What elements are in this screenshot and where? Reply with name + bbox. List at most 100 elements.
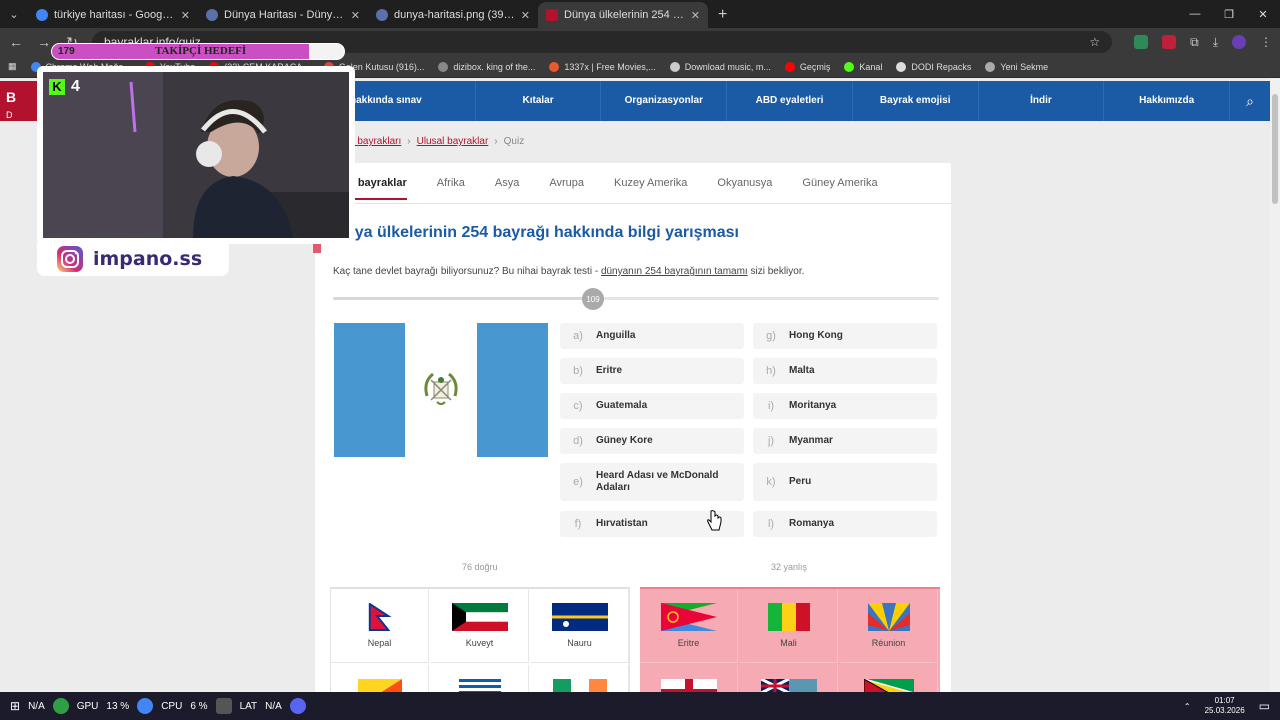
mali-flag-icon <box>767 603 810 631</box>
scrollbar-thumb[interactable] <box>1272 94 1278 204</box>
forward-icon[interactable]: → <box>36 34 52 50</box>
progress-fill <box>333 297 594 300</box>
site-favicon-icon <box>376 9 388 21</box>
nav-flag-emoji[interactable]: Bayrak emojisi <box>853 81 979 121</box>
result-cell: Réunion <box>840 589 938 663</box>
bhutan-flag-icon <box>357 679 402 692</box>
close-window-icon[interactable]: ✕ <box>1246 0 1280 28</box>
browser-tab-4[interactable]: Dünya ülkelerinin 254 bayrağı h ✕ <box>538 2 708 28</box>
browser-tab-1[interactable]: türkiye haritası - Google'da Ara ✕ <box>28 2 198 28</box>
search-icon[interactable]: ⌕ <box>1230 93 1270 110</box>
answer-option[interactable]: k) Peru <box>753 463 937 501</box>
tab-title: Dünya ülkelerinin 254 bayrağı h <box>564 9 685 21</box>
nav-about[interactable]: Hakkımızda <box>1104 81 1231 121</box>
restore-icon[interactable]: ❐ <box>1212 0 1246 28</box>
result-cell <box>431 665 529 692</box>
quiz-description: Kaç tane devlet bayrağı biliyorsunuz? Bu… <box>333 266 805 277</box>
app-icon[interactable] <box>215 698 232 714</box>
instagram-icon <box>57 246 83 272</box>
guatemala-emblem-icon <box>424 372 458 405</box>
nav-organizations[interactable]: Organizasyonlar <box>601 81 728 121</box>
eritrea-flag-icon <box>660 603 717 631</box>
bookmark-item[interactable]: DODI Repacks <box>896 61 971 72</box>
region-tabs: m bayraklar Afrika Asya Avrupa Kuzey Ame… <box>345 177 878 200</box>
question-flag <box>334 323 548 457</box>
bookmark-item[interactable]: dizibox. king of the... <box>438 61 535 72</box>
minimize-icon[interactable]: — <box>1178 0 1212 28</box>
clock[interactable]: 01:07 25.03.2026 <box>1205 696 1245 715</box>
extension-icon[interactable] <box>1134 35 1149 49</box>
nav-continents[interactable]: Kıtalar <box>476 81 602 121</box>
discord-icon[interactable] <box>289 698 306 714</box>
tab-north-america[interactable]: Kuzey Amerika <box>614 177 687 200</box>
bookmark-item[interactable]: Yeni Sekme <box>985 61 1048 72</box>
bookmark-star-icon[interactable]: ☆ <box>1089 35 1100 49</box>
bookmark-item[interactable]: Kanal <box>844 61 882 72</box>
bookmark-item[interactable]: 1337x | Free Movies,... <box>549 61 656 72</box>
result-cell <box>640 665 738 692</box>
tray-chevron-icon[interactable]: ⌃ <box>1184 702 1191 711</box>
new-tab-button[interactable]: + <box>708 2 737 28</box>
tab-close-icon[interactable]: ✕ <box>691 9 700 22</box>
taskbar: ⊞ N/A GPU 13 % CPU 6 % LAT N/A ⌃ 01:07 2… <box>0 692 1280 720</box>
nav-us-states[interactable]: ABD eyaletleri <box>727 81 853 121</box>
extensions-puzzle-icon[interactable]: ⧉ <box>1190 35 1199 50</box>
webcam-video: K 4 <box>43 72 349 238</box>
nav-quiz[interactable]: hakkında sınav <box>340 81 476 121</box>
result-cell: Mali <box>740 589 838 663</box>
notification-icon[interactable]: ▭ <box>1259 699 1270 713</box>
nepal-flag-icon <box>368 603 392 631</box>
chrome-icon[interactable] <box>137 698 154 714</box>
extension-icon[interactable] <box>1162 35 1177 49</box>
tab-close-icon[interactable]: ✕ <box>521 9 530 22</box>
browser-tab-2[interactable]: Dünya Haritası - Dünya Siyasi H ✕ <box>198 2 368 28</box>
breadcrumb: ya bayrakları › Ulusal bayraklar › Quiz <box>344 136 525 147</box>
northern-ireland-flag-icon <box>660 679 717 692</box>
all-flags-link[interactable]: dünyanın 254 bayrağının tamamı <box>601 266 748 277</box>
nav-download[interactable]: İndir <box>979 81 1105 121</box>
result-cell <box>840 665 938 692</box>
answer-option[interactable]: g) Hong Kong <box>753 323 937 349</box>
tab-close-icon[interactable]: ✕ <box>181 9 190 22</box>
bookmark-item[interactable]: Geçmiş <box>784 61 830 72</box>
tuvalu-flag-icon <box>760 679 817 692</box>
correct-count: 76 doğru <box>462 562 498 572</box>
tab-close-icon[interactable]: ✕ <box>351 9 360 22</box>
answer-option[interactable]: d) Güney Kore <box>560 428 744 454</box>
answer-option[interactable]: l) Romanya <box>753 511 937 537</box>
answer-option[interactable]: e) Heard Adası ve McDonald Adaları <box>560 463 744 501</box>
answer-option[interactable]: h) Malta <box>753 358 937 384</box>
tab-africa[interactable]: Afrika <box>437 177 465 200</box>
nauru-flag-icon <box>551 603 608 631</box>
tab-search-chevron-icon[interactable]: ⌄ <box>0 0 28 28</box>
result-cell: Nauru <box>531 589 629 663</box>
result-cell: Kuveyt <box>431 589 529 663</box>
result-cell: Nepal <box>331 589 429 663</box>
answer-option[interactable]: i) Moritanya <box>753 393 937 419</box>
breadcrumb-current: Quiz <box>503 136 525 147</box>
app-icon[interactable] <box>52 698 69 714</box>
apps-grid-icon[interactable]: ▦ <box>8 61 17 72</box>
answer-option[interactable]: b) Eritre <box>560 358 744 384</box>
tab-south-america[interactable]: Güney Amerika <box>802 177 877 200</box>
back-icon[interactable]: ← <box>8 34 24 50</box>
wrong-results-grid: Eritre Mali Réunion <box>640 587 940 692</box>
answer-option[interactable]: a) Anguilla <box>560 323 744 349</box>
windows-start-icon[interactable]: ⊞ <box>10 699 20 713</box>
breadcrumb-national-flags[interactable]: Ulusal bayraklar <box>417 136 489 147</box>
quiz-progress: 109 <box>333 288 939 310</box>
bookmark-item[interactable]: Download music, m... <box>669 61 771 72</box>
download-icon[interactable]: ⤓ <box>1213 35 1218 50</box>
wrong-count: 32 yanlış <box>771 562 808 572</box>
page-scrollbar[interactable] <box>1270 78 1280 692</box>
tab-europe[interactable]: Avrupa <box>549 177 584 200</box>
profile-avatar-icon[interactable] <box>1232 35 1246 49</box>
guyana-flag-icon <box>863 679 914 692</box>
menu-dots-icon[interactable]: ⋮ <box>1260 35 1272 49</box>
tab-oceania[interactable]: Okyanusya <box>717 177 772 200</box>
answer-option[interactable]: c) Guatemala <box>560 393 744 419</box>
browser-tab-3[interactable]: dunya-haritasi.png (3904×2551 ✕ <box>368 2 538 28</box>
result-cell: Eritre <box>640 589 738 663</box>
answer-option[interactable]: j) Myanmar <box>753 428 937 454</box>
tab-asia[interactable]: Asya <box>495 177 519 200</box>
